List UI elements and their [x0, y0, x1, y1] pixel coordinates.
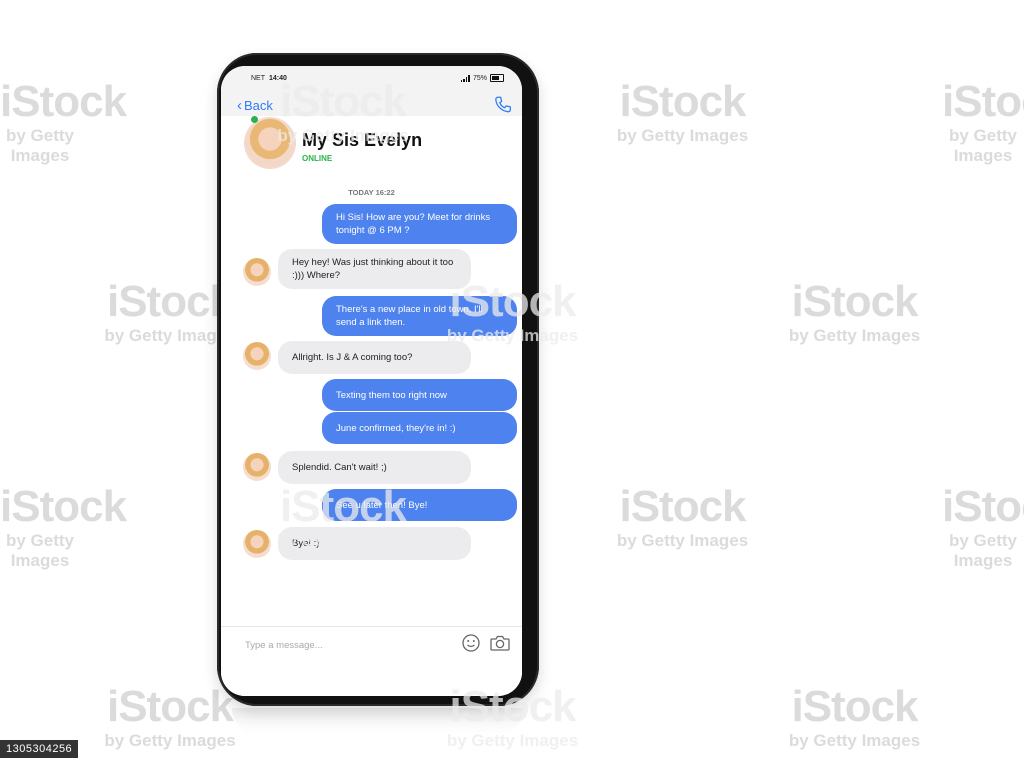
back-label: Back — [244, 98, 273, 113]
message-outgoing[interactable]: Hi Sis! How are you? Meet for drinks ton… — [322, 204, 517, 244]
online-indicator — [251, 116, 258, 123]
message-incoming[interactable]: Hey hey! Was just thinking about it too … — [278, 249, 471, 289]
watermark: iStockby Getty Images — [788, 682, 921, 751]
signal-icon — [460, 74, 470, 82]
status-time: 14:40 — [269, 75, 287, 82]
message-input[interactable] — [243, 635, 457, 655]
date-stamp: TODAY 16:22 — [348, 188, 395, 197]
message-outgoing[interactable]: Texting them too right now — [322, 379, 517, 411]
camera-icon[interactable] — [489, 633, 511, 653]
contact-avatar-small — [243, 530, 271, 558]
phone-screen: NET 14:40 75% ‹ Back My Sis Evelyn ONLIN… — [221, 66, 522, 696]
carrier-label: NET — [251, 75, 265, 82]
watermark: iStockby Getty Images — [942, 77, 1024, 166]
back-button[interactable]: ‹ Back — [237, 97, 273, 114]
emoji-icon[interactable] — [461, 633, 481, 653]
image-id-badge: 1305304256 — [0, 740, 79, 758]
watermark: iStockby Getty Images — [788, 277, 921, 346]
message-outgoing[interactable]: June confirmed, they're in! :) — [322, 412, 517, 444]
chevron-left-icon: ‹ — [237, 97, 242, 114]
battery-icon — [490, 74, 504, 82]
contact-name[interactable]: My Sis Evelyn — [302, 130, 422, 151]
contact-header: My Sis Evelyn ONLINE — [221, 116, 522, 176]
message-outgoing[interactable]: See u later then! Bye! — [322, 489, 517, 521]
watermark: iStockby Getty Images — [942, 482, 1024, 571]
message-incoming[interactable]: Bye! :) — [278, 527, 471, 560]
message-composer — [221, 626, 522, 696]
phone-icon[interactable] — [492, 94, 514, 116]
message-incoming[interactable]: Allright. Is J & A coming too? — [278, 341, 471, 374]
watermark: iStockby Getty Images — [0, 482, 127, 571]
contact-status: ONLINE — [302, 154, 333, 163]
watermark: iStockby Getty Images — [0, 77, 127, 166]
message-outgoing[interactable]: There's a new place in old town, I'll se… — [322, 296, 517, 336]
watermark: iStockby Getty Images — [616, 77, 749, 146]
contact-avatar-small — [243, 258, 271, 286]
status-bar: NET 14:40 75% — [221, 66, 522, 90]
contact-avatar[interactable] — [245, 118, 295, 168]
battery-percent: 75% — [472, 74, 487, 82]
message-incoming[interactable]: Splendid. Can't wait! ;) — [278, 451, 471, 484]
watermark: iStockby Getty Images — [616, 482, 749, 551]
phone-reflection — [232, 708, 524, 734]
contact-avatar-small — [243, 453, 271, 481]
contact-avatar-small — [243, 342, 271, 370]
